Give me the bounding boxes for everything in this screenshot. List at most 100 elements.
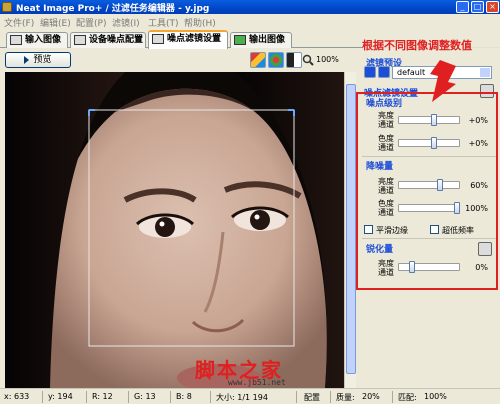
- value-text: +0%: [468, 116, 488, 125]
- slider-knob[interactable]: [454, 202, 460, 214]
- profile-status: 配置: [304, 393, 320, 402]
- chevron-down-icon: [480, 68, 490, 77]
- menu-tools[interactable]: 工具(T): [148, 16, 179, 29]
- input-image-icon: [10, 35, 22, 45]
- menu-help[interactable]: 帮助(H): [184, 16, 216, 29]
- zoom-level: 100%: [316, 55, 339, 64]
- row-label-top: 色度: [378, 199, 394, 208]
- divider: [330, 391, 331, 403]
- app-icon: [2, 2, 12, 12]
- quality-value: 20%: [362, 392, 380, 401]
- menu-profile[interactable]: 配置(P): [76, 16, 106, 29]
- noise-level-title: 噪点级别: [366, 99, 403, 109]
- match-value: 100%: [424, 392, 447, 401]
- vertical-scrollbar[interactable]: [344, 72, 356, 388]
- divider: [170, 391, 171, 403]
- tab-device-noise-profile[interactable]: 设备噪点配置: [70, 32, 146, 48]
- scrollbar-thumb[interactable]: [346, 84, 356, 374]
- menu-edit[interactable]: 编辑(E): [40, 16, 71, 29]
- divider: [42, 391, 43, 403]
- chrominance-label: 色度 通道: [378, 134, 394, 152]
- value-text: 100%: [465, 204, 488, 213]
- compare-icon[interactable]: [286, 52, 302, 68]
- annotation-arrow-icon: [430, 60, 456, 102]
- row-label-bottom: 通道: [378, 186, 394, 195]
- value-text: +0%: [468, 139, 488, 148]
- divider: [296, 391, 297, 403]
- trash-icon[interactable]: [478, 242, 492, 256]
- very-low-frequency-label: 超低频率: [442, 226, 474, 235]
- cursor-y: y: 194: [48, 392, 73, 401]
- very-low-frequency-checkbox[interactable]: [430, 225, 439, 234]
- window-title: Neat Image Pro+ / 过滤任务编辑器 - y.jpg: [16, 4, 210, 14]
- watermark-url: www.jb51.net: [228, 378, 286, 387]
- filter-settings-icon: [152, 34, 164, 44]
- slider-knob[interactable]: [431, 137, 437, 149]
- divider: [128, 391, 129, 403]
- green-value: G: 13: [134, 392, 156, 401]
- row-label-bottom: 通道: [378, 143, 394, 152]
- status-bar: x: 633 y: 194 R: 12 G: 13 B: 8 大小: 1/1 1…: [0, 388, 500, 404]
- play-icon: [24, 55, 30, 64]
- row-label-top: 亮度: [378, 177, 394, 186]
- rgb-icon[interactable]: [268, 52, 284, 68]
- noise-reduction-chrominance-slider[interactable]: [398, 202, 460, 214]
- tab-label: 输出图像: [249, 35, 286, 45]
- tab-label: 输入图像: [25, 35, 62, 45]
- divider: [86, 391, 87, 403]
- chrominance-label: 色度 通道: [378, 199, 394, 217]
- tab-output-image[interactable]: 输出图像: [230, 32, 292, 48]
- noise-profile-icon: [74, 35, 86, 45]
- smooth-edges-checkbox[interactable]: [364, 225, 373, 234]
- image-viewer[interactable]: [5, 72, 355, 388]
- slider-knob[interactable]: [409, 261, 415, 273]
- luminance-label: 亮度 通道: [378, 177, 394, 195]
- maximize-button[interactable]: □: [471, 1, 484, 13]
- divider: [210, 391, 211, 403]
- output-image-icon: [234, 35, 246, 45]
- match-label: 匹配:: [398, 393, 417, 402]
- noise-level-luminance-slider[interactable]: [398, 114, 460, 126]
- slider-knob[interactable]: [431, 114, 437, 126]
- noise-level-chrominance-slider[interactable]: [398, 137, 460, 149]
- divider: [362, 238, 496, 239]
- smooth-edges-label: 平滑边缘: [376, 226, 408, 235]
- noise-reduction-luminance-slider[interactable]: [398, 179, 460, 191]
- red-value: R: 12: [92, 392, 113, 401]
- tab-label: 噪点滤镜设置: [167, 34, 222, 44]
- preview-button[interactable]: 预览: [5, 52, 71, 68]
- value-text: 60%: [470, 181, 488, 190]
- preview-label: 预览: [33, 55, 52, 65]
- minimize-button[interactable]: _: [456, 1, 469, 13]
- tab-noise-filter-settings[interactable]: 噪点滤镜设置: [148, 30, 228, 49]
- color-channels-icon[interactable]: [250, 52, 266, 68]
- noise-reduction-title: 降噪量: [366, 162, 394, 172]
- menu-bar: 文件(F) 编辑(E) 配置(P) 滤镜(I) 工具(T) 帮助(H): [0, 14, 500, 30]
- annotation-text: 根据不同图像调整数值: [362, 37, 500, 57]
- zoom-icon[interactable]: [302, 54, 314, 66]
- photo-portrait: [5, 72, 355, 388]
- quality-label: 质量:: [336, 393, 355, 402]
- preset-open-icon[interactable]: [364, 66, 376, 78]
- menu-file[interactable]: 文件(F): [4, 16, 34, 29]
- sharpening-title: 锐化量: [366, 245, 394, 255]
- sharpening-luminance-slider[interactable]: [398, 261, 460, 273]
- row-label-bottom: 通道: [378, 120, 394, 129]
- row-label-top: 亮度: [378, 259, 394, 268]
- value-text: 0%: [475, 263, 488, 272]
- menu-filter[interactable]: 滤镜(I): [112, 16, 140, 29]
- row-label-bottom: 通道: [378, 268, 394, 277]
- close-button[interactable]: ×: [486, 1, 499, 13]
- luminance-label: 亮度 通道: [378, 259, 394, 277]
- slider-knob[interactable]: [437, 179, 443, 191]
- image-size: 大小: 1/1 194: [216, 393, 268, 402]
- tab-input-image[interactable]: 输入图像: [6, 32, 68, 48]
- row-label-top: 色度: [378, 134, 394, 143]
- cursor-x: x: 633: [4, 392, 30, 401]
- row-label-top: 亮度: [378, 111, 394, 120]
- preset-value: default: [397, 68, 426, 77]
- divider: [392, 391, 393, 403]
- divider: [362, 156, 496, 157]
- preset-save-icon[interactable]: [378, 66, 390, 78]
- preview-toolbar: 预览 100%: [0, 49, 360, 71]
